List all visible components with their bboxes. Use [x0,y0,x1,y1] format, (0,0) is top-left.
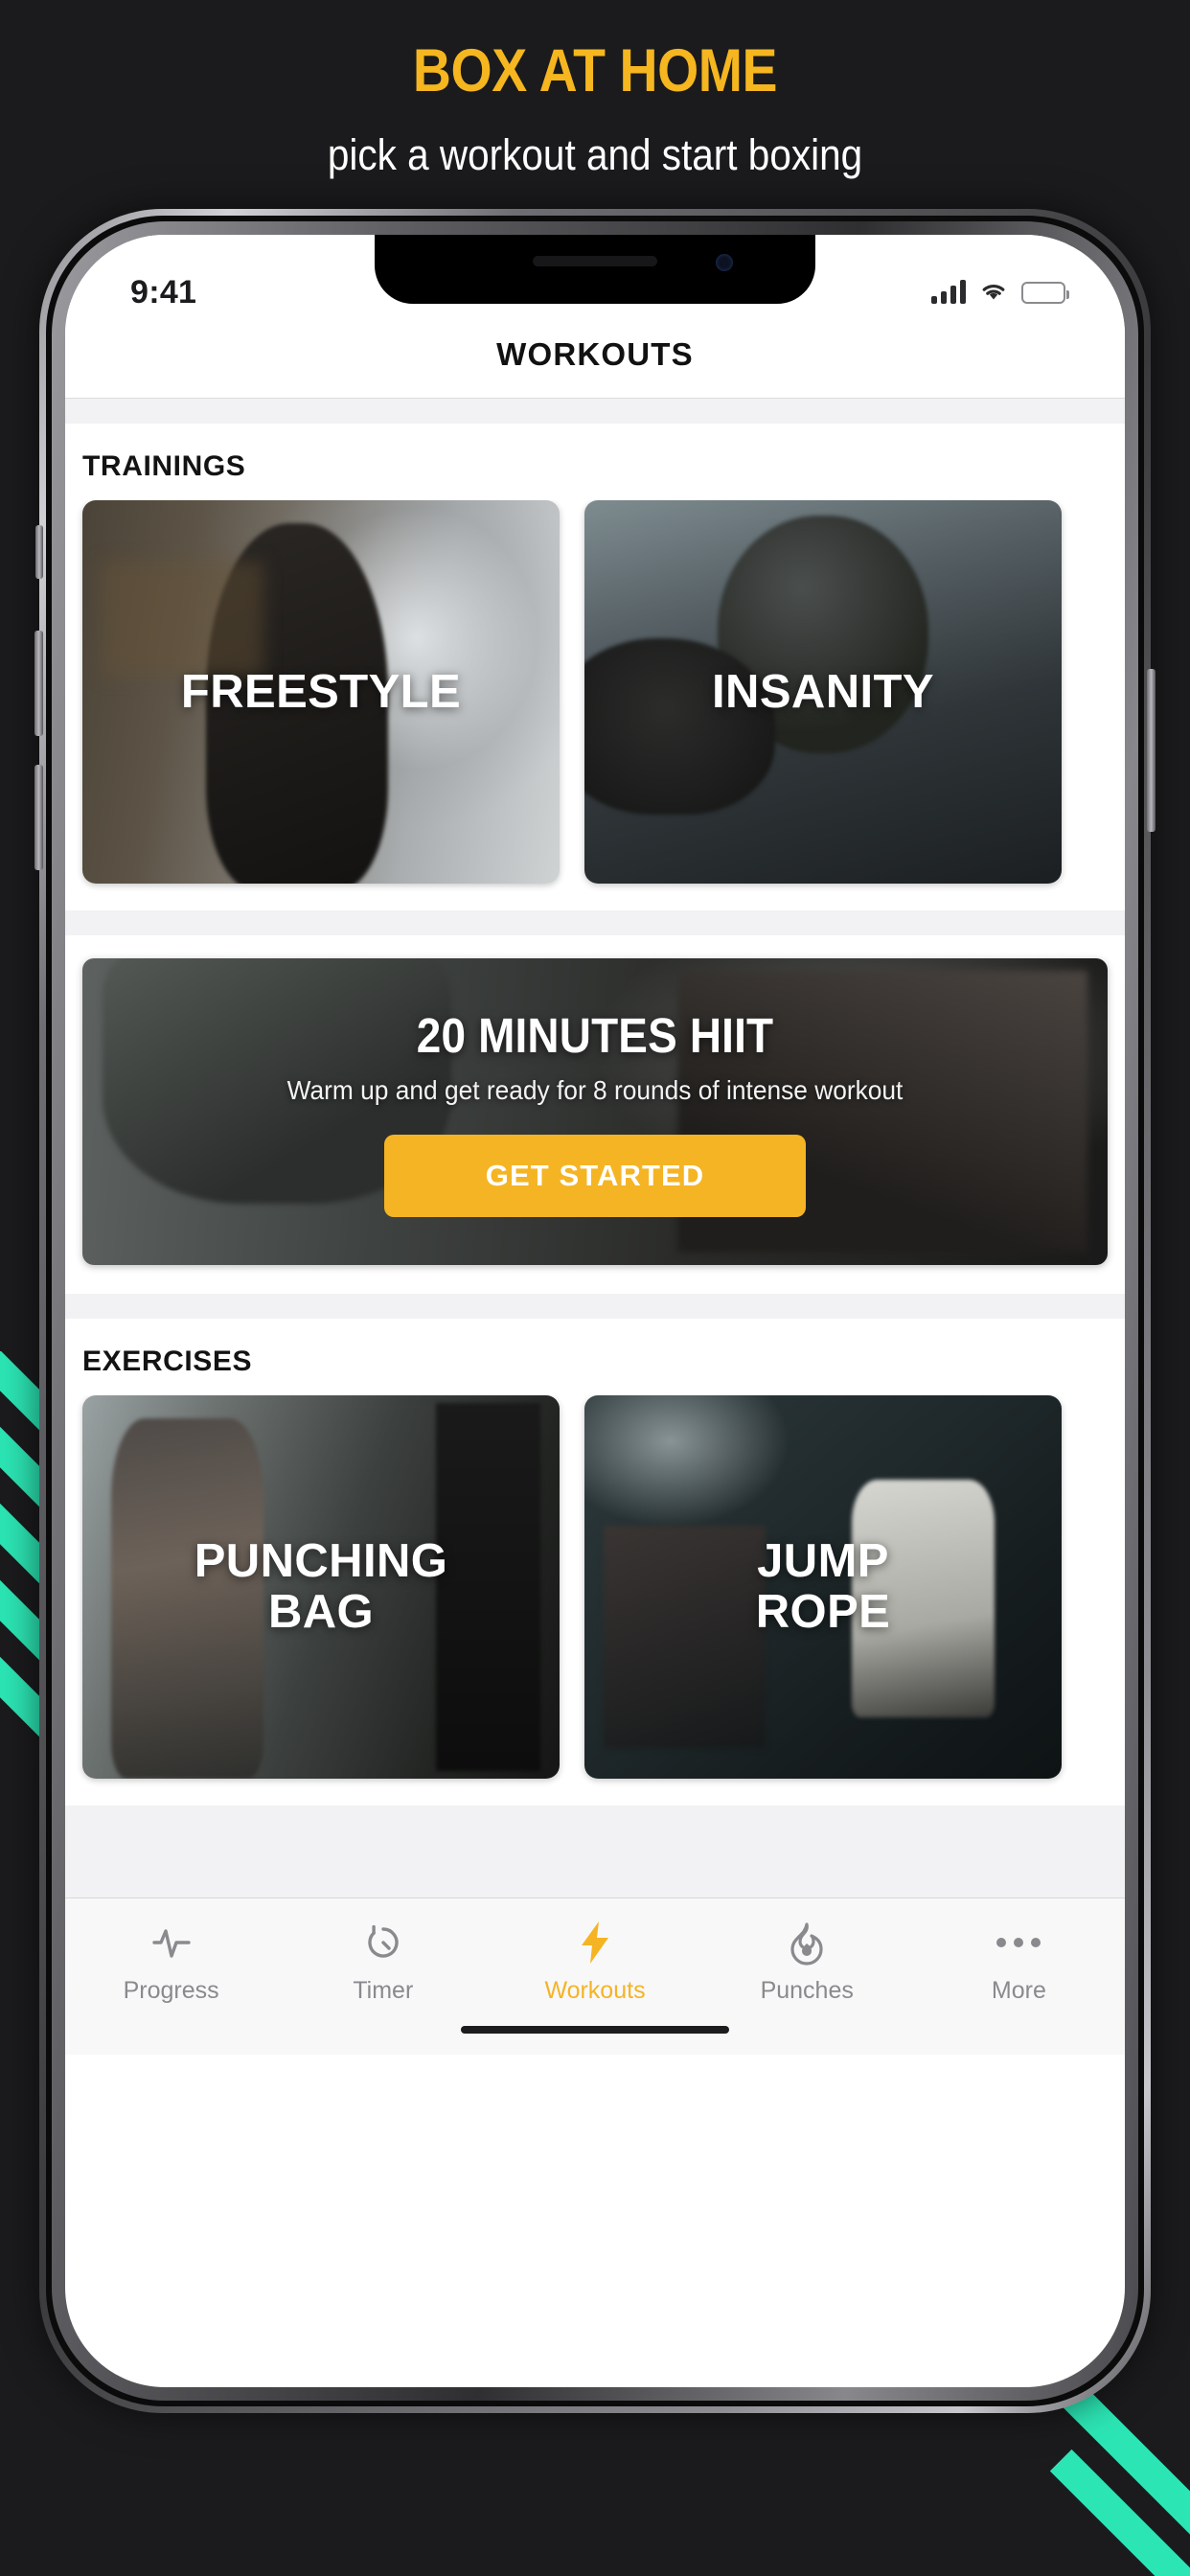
tab-label: Workouts [544,1977,646,2004]
volume-down-button[interactable] [34,765,43,870]
exercise-card-label: PUNCHING BAG [195,1536,448,1638]
navigation-bar: WORKOUTS [65,323,1125,399]
scroll-bottom-spacer [65,1806,1125,1898]
exercise-card-punching-bag[interactable]: PUNCHING BAG [82,1395,560,1779]
tab-label: More [991,1977,1046,2004]
promo-subheadline: pick a workout and start boxing [327,130,863,179]
training-card-label: INSANITY [712,665,934,718]
mute-switch[interactable] [35,525,43,579]
page-title: WORKOUTS [496,336,694,372]
training-card-freestyle[interactable]: FREESTYLE [82,500,560,884]
home-indicator-area [65,2022,1125,2055]
exercise-label-line2: BAG [267,1586,375,1638]
exercise-label-line1: JUMP [757,1535,889,1588]
home-indicator[interactable] [461,2026,729,2034]
tab-label: Punches [760,1977,854,2004]
exercise-card-label: JUMP ROPE [756,1536,890,1638]
section-gap [65,1294,1125,1319]
pulse-waveform-icon [149,1920,195,1966]
power-button[interactable] [1147,669,1156,832]
exercises-carousel[interactable]: PUNCHING BAG JUMP ROPE [65,1395,1125,1806]
tab-bar: Progress Timer Workouts Punches More [65,1898,1125,2022]
tab-progress[interactable]: Progress [65,1920,277,2005]
section-title-exercises: EXERCISES [82,1346,253,1377]
get-started-button[interactable]: GET STARTED [384,1134,806,1217]
tab-label: Progress [123,1977,219,2004]
flame-icon [786,1920,828,1966]
signal-bars-icon [931,280,966,304]
volume-up-button[interactable] [34,631,43,736]
scroll-content[interactable]: TRAININGS FREESTYLE INSANITY 20 MINUTES … [65,399,1125,1898]
hiit-banner-title: 20 MINUTES HIIT [416,1007,774,1063]
tab-more[interactable]: More [913,1920,1125,2005]
notch [375,235,815,304]
promo-headline: BOX AT HOME [412,37,778,104]
hiit-banner-subtitle: Warm up and get ready for 8 rounds of in… [286,1074,904,1105]
section-featured: 20 MINUTES HIIT Warm up and get ready fo… [65,935,1125,1294]
phone-mockup: 9:41 WORKOUTS TRAININGS FREESTYLE INSANI… [34,209,1156,2413]
front-camera-icon [716,254,733,271]
exercise-card-jump-rope[interactable]: JUMP ROPE [584,1395,1062,1779]
section-gap [65,910,1125,935]
ellipsis-icon [994,1920,1043,1966]
section-exercises: EXERCISES PUNCHING BAG JUMP ROPE [65,1319,1125,1806]
promo-header: BOX AT HOME pick a workout and start box… [0,0,1190,180]
trainings-carousel[interactable]: FREESTYLE INSANITY [65,500,1125,910]
phone-screen: 9:41 WORKOUTS TRAININGS FREESTYLE INSANI… [65,235,1125,2387]
stopwatch-icon [361,1920,405,1966]
lightning-bolt-icon [576,1920,614,1966]
section-title-trainings: TRAININGS [82,450,246,482]
hiit-banner[interactable]: 20 MINUTES HIIT Warm up and get ready fo… [82,958,1108,1265]
training-card-label: FREESTYLE [180,665,462,718]
section-trainings: TRAININGS FREESTYLE INSANITY [65,424,1125,910]
status-icons [931,280,1069,304]
tab-timer[interactable]: Timer [277,1920,489,2005]
wifi-icon [982,285,1005,300]
earpiece-speaker-icon [533,256,657,266]
status-time: 9:41 [130,273,197,310]
exercise-label-line2: ROPE [755,1586,891,1638]
training-card-insanity[interactable]: INSANITY [584,500,1062,884]
section-gap [65,399,1125,424]
tab-punches[interactable]: Punches [701,1920,913,2005]
exercise-label-line1: PUNCHING [194,1535,448,1588]
tab-workouts[interactable]: Workouts [489,1920,700,2005]
tab-label: Timer [353,1977,414,2004]
battery-icon [1021,281,1069,304]
